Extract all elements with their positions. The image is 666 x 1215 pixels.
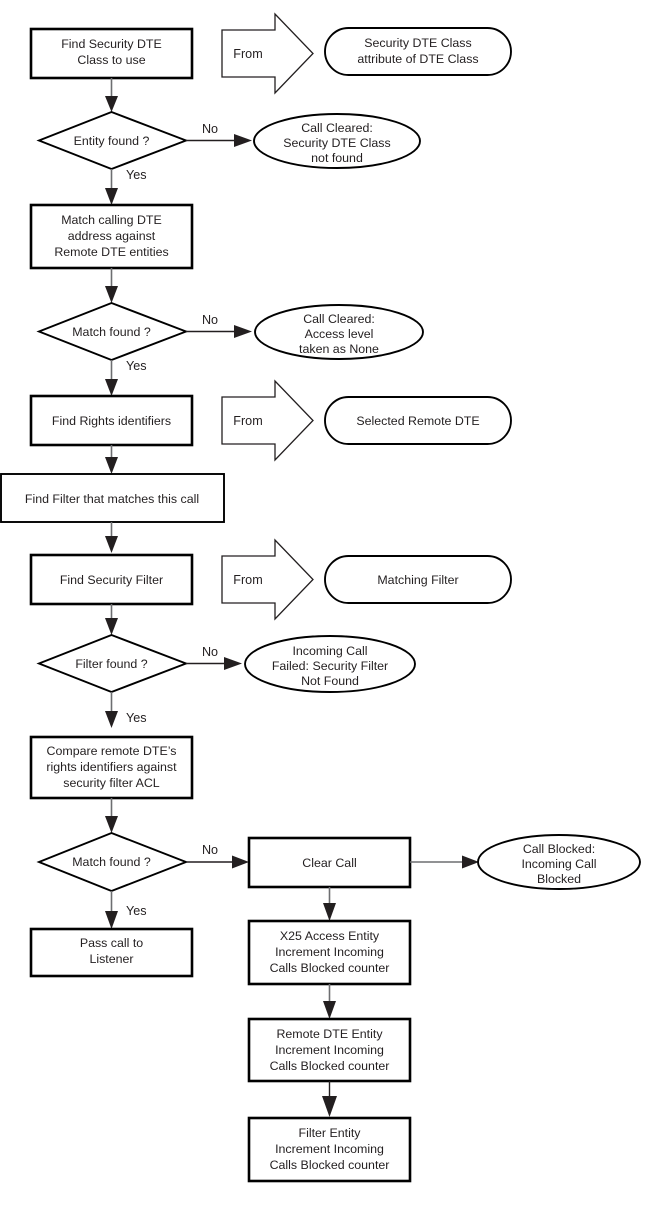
edge-label-no: No — [202, 122, 218, 136]
from-label: From — [233, 573, 262, 587]
node-label: Filter found ? — [75, 657, 147, 671]
node-label: Incoming Call — [521, 857, 596, 871]
connector-arrowhead — [105, 911, 118, 929]
node-label: Entity found ? — [74, 134, 150, 148]
node-label: Remote DTE entities — [54, 245, 168, 259]
node-label: Find Rights identifiers — [52, 414, 171, 428]
node-label: Matching Filter — [377, 573, 458, 587]
node-label: Call Cleared: — [301, 121, 373, 135]
node-label: Failed: Security Filter — [272, 659, 388, 673]
node-label: Calls Blocked counter — [270, 961, 390, 975]
node-label: Incoming Call — [292, 644, 367, 658]
node-label: Find Security DTE — [61, 37, 162, 51]
connector-arrowhead — [105, 618, 118, 635]
from-label: From — [233, 47, 262, 61]
connector-arrowhead — [105, 379, 118, 396]
edge-label-yes: Yes — [126, 359, 147, 373]
node-label: Calls Blocked counter — [270, 1059, 390, 1073]
node-label: Find Security Filter — [60, 573, 163, 587]
node-label: Class to use — [77, 53, 145, 67]
node-label: Find Filter that matches this call — [25, 492, 199, 506]
edge-label-no: No — [202, 313, 218, 327]
node-label: Listener — [89, 952, 133, 966]
node-label: Increment Incoming — [275, 1043, 384, 1057]
connector-arrowhead — [105, 536, 118, 553]
connector-arrowhead — [234, 325, 252, 338]
connector-arrowhead — [232, 855, 249, 869]
node-label: X25 Access Entity — [280, 929, 380, 943]
node-label: Filter Entity — [299, 1126, 362, 1140]
connector-arrowhead — [323, 903, 336, 921]
node-label: Blocked — [537, 872, 581, 886]
from-label: From — [233, 414, 262, 428]
connector-arrowhead — [462, 855, 479, 869]
node-label: Match found ? — [72, 325, 151, 339]
connector-arrowhead — [105, 711, 118, 728]
node-label: Increment Incoming — [275, 945, 384, 959]
node-label: Security DTE Class — [283, 136, 390, 150]
edge-label-yes: Yes — [126, 904, 147, 918]
node-label: taken as None — [299, 342, 379, 356]
connector-arrowhead — [323, 1001, 336, 1019]
node-label: Calls Blocked counter — [270, 1158, 390, 1172]
node-label: Call Blocked: — [523, 842, 595, 856]
connector-arrowhead — [105, 188, 118, 205]
node-label: security filter ACL — [63, 776, 160, 790]
edge-label-no: No — [202, 843, 218, 857]
node-label: Clear Call — [302, 856, 356, 870]
connector-arrowhead — [224, 657, 242, 670]
node-label: not found — [311, 151, 363, 165]
node-label: Match calling DTE — [61, 213, 162, 227]
flowchart-diagram: Find Security DTE Class to use From Secu… — [0, 0, 666, 1215]
node-label: Access level — [305, 327, 374, 341]
node-label: Remote DTE Entity — [276, 1027, 383, 1041]
node-label: Increment Incoming — [275, 1142, 384, 1156]
node-label: Match found ? — [72, 855, 151, 869]
node-label: attribute of DTE Class — [357, 52, 478, 66]
node-label: address against — [68, 229, 156, 243]
connector-arrowhead — [105, 96, 118, 112]
edge-label-no: No — [202, 645, 218, 659]
connector-arrowhead — [322, 1096, 337, 1117]
edge-label-yes: Yes — [126, 711, 147, 725]
connector-arrowhead — [105, 286, 118, 303]
node-label: Security DTE Class — [364, 36, 471, 50]
node-label: rights identifiers against — [46, 760, 177, 774]
node-label: Compare remote DTE’s — [47, 744, 177, 758]
edge-label-yes: Yes — [126, 168, 147, 182]
connector-arrowhead — [105, 457, 118, 474]
connector-arrowhead — [105, 816, 118, 833]
connector-arrowhead — [234, 134, 252, 147]
node-label: Pass call to — [80, 936, 143, 950]
node-label: Call Cleared: — [303, 312, 375, 326]
node-label: Not Found — [301, 674, 359, 688]
node-label: Selected Remote DTE — [356, 414, 479, 428]
